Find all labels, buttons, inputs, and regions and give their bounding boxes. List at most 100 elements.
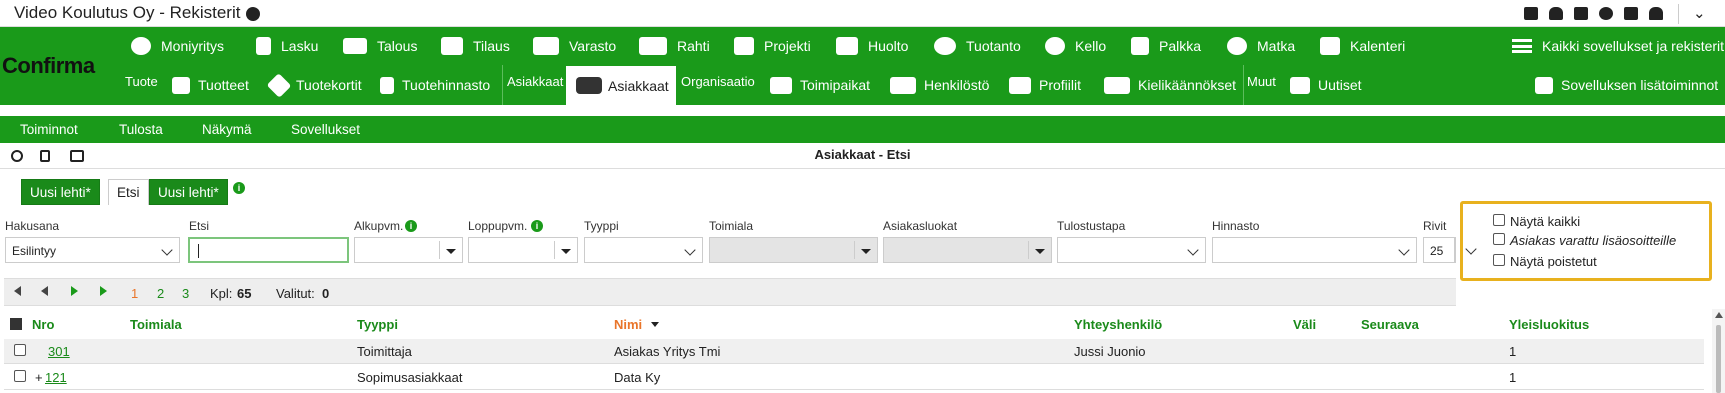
alkupvm-input[interactable] <box>354 237 463 263</box>
nav-asiakkaat[interactable]: Asiakkaat <box>566 66 676 105</box>
nav-tuotehinnasto[interactable]: Tuotehinnasto <box>380 72 490 98</box>
menu-tulosta[interactable]: Tulosta <box>119 122 163 137</box>
select-all-checkbox[interactable] <box>10 318 22 330</box>
toimiala-select[interactable] <box>709 237 878 263</box>
page-3[interactable]: 3 <box>182 286 189 301</box>
poistetut-checkbox[interactable] <box>1493 254 1505 266</box>
hinnasto-select[interactable] <box>1212 237 1417 263</box>
bell-icon[interactable] <box>1549 7 1563 20</box>
nav-palkka[interactable]: Palkka <box>1131 33 1201 59</box>
book-icon[interactable] <box>1574 7 1588 20</box>
first-page-icon[interactable] <box>14 286 21 296</box>
info-icon[interactable]: i <box>233 182 245 194</box>
nav-kielikaannokset[interactable]: Kielikäännökset <box>1104 72 1236 98</box>
page-1[interactable]: 1 <box>131 286 138 301</box>
page-title: Asiakkaat - Etsi <box>814 147 911 162</box>
info-icon[interactable]: i <box>405 220 417 232</box>
nav-uutiset[interactable]: Uutiset <box>1290 72 1362 98</box>
mail-icon[interactable] <box>1624 7 1638 20</box>
col-tyyppi[interactable]: Tyyppi <box>357 317 398 332</box>
caret-down-icon[interactable] <box>1035 249 1045 254</box>
scroll-thumb[interactable] <box>1716 325 1721 393</box>
page-2[interactable]: 2 <box>157 286 164 301</box>
col-toimiala[interactable]: Toimiala <box>130 317 182 332</box>
prev-page-icon[interactable] <box>41 286 48 296</box>
nav-kalenteri[interactable]: Kalenteri <box>1320 33 1405 59</box>
col-yhteyshenkilo[interactable]: Yhteyshenkilö <box>1074 317 1162 332</box>
nav-kello[interactable]: Kello <box>1045 33 1106 59</box>
varattu-checkbox[interactable] <box>1493 233 1505 245</box>
nav-tilaus[interactable]: Tilaus <box>441 33 510 59</box>
menu-icon <box>1512 39 1532 53</box>
menu-nakyma[interactable]: Näkymä <box>202 122 252 137</box>
col-vali[interactable]: Väli <box>1293 317 1316 332</box>
row-yleisluokitus: 1 <box>1509 344 1517 359</box>
app-more-button[interactable]: Sovelluksen lisätoiminnot <box>1535 72 1718 98</box>
label-alkupvm: Alkupvm. <box>354 219 404 233</box>
loppupvm-input[interactable] <box>468 237 578 263</box>
label-tyyppi: Tyyppi <box>584 219 619 233</box>
divider <box>502 65 503 105</box>
nav-label: Rahti <box>677 38 710 54</box>
col-yleisluokitus[interactable]: Yleisluokitus <box>1509 317 1589 332</box>
group-asiakkaat: Asiakkaat <box>507 74 564 89</box>
tulostustapa-select[interactable] <box>1057 237 1206 263</box>
all-apps-button[interactable]: Kaikki sovellukset ja rekisterit <box>1512 33 1724 59</box>
chevron-down-icon[interactable]: ⌄ <box>1693 6 1711 21</box>
nav-tuotekortit[interactable]: Tuotekortit <box>266 72 362 98</box>
col-nro[interactable]: Nro <box>32 317 54 332</box>
nav-rahti[interactable]: Rahti <box>639 33 710 59</box>
nav-henkilosto[interactable]: Henkilöstö <box>890 72 989 98</box>
nayta-kaikki-checkbox[interactable] <box>1493 214 1505 226</box>
menu-sovellukset[interactable]: Sovellukset <box>291 122 360 137</box>
asiakasluokat-select[interactable] <box>883 237 1052 263</box>
label-asiakasluokat: Asiakasluokat <box>883 219 958 233</box>
col-seuraava[interactable]: Seuraava <box>1361 317 1419 332</box>
status-icon[interactable] <box>246 7 261 21</box>
row-checkbox[interactable] <box>14 370 26 382</box>
user-icon[interactable] <box>1649 7 1663 20</box>
nav-toimipaikat[interactable]: Toimipaikat <box>770 72 870 98</box>
nav-tuotteet[interactable]: Tuotteet <box>172 72 249 98</box>
help-icon[interactable] <box>1599 7 1613 20</box>
info-icon[interactable]: i <box>531 220 543 232</box>
table-row[interactable]: + 121 Sopimusasiakkaat Data Ky 1 <box>4 365 1704 390</box>
chevron-down-icon <box>1187 244 1199 256</box>
checklist-icon <box>734 37 754 55</box>
nav-label: Kalenteri <box>1350 38 1406 54</box>
caret-down-icon[interactable] <box>861 249 871 254</box>
rivit-select[interactable]: 25 <box>1423 237 1455 263</box>
col-nimi[interactable]: Nimi <box>614 317 642 332</box>
caret-down-icon[interactable] <box>561 249 571 254</box>
tab-uusi-lehti-2[interactable]: Uusi lehti* <box>149 179 228 205</box>
etsi-input[interactable] <box>188 237 349 263</box>
table-row[interactable]: 301 Toimittaja Asiakas Yritys Tmi Jussi … <box>4 339 1704 364</box>
last-page-icon[interactable] <box>100 286 107 296</box>
nav-talous[interactable]: Talous <box>343 33 417 59</box>
nav-tuotanto[interactable]: Tuotanto <box>934 33 1021 59</box>
tab-uusi-lehti-1[interactable]: Uusi lehti* <box>21 179 100 205</box>
nav-huolto[interactable]: Huolto <box>836 33 908 59</box>
nav-matka[interactable]: Matka <box>1227 33 1295 59</box>
row-nro[interactable]: 301 <box>48 344 70 359</box>
nav-moniyritys[interactable]: Moniyritys <box>131 33 224 59</box>
tyyppi-select[interactable] <box>584 237 703 263</box>
row-nro[interactable]: 121 <box>45 370 67 385</box>
scroll-up-icon[interactable] <box>1715 312 1723 318</box>
expand-icon[interactable]: + <box>35 370 43 385</box>
chevron-down-icon <box>1398 244 1410 256</box>
nav-profiilit[interactable]: Profiilit <box>1009 72 1081 98</box>
nav-lasku[interactable]: Lasku <box>256 33 318 59</box>
menu-toiminnot[interactable]: Toiminnot <box>20 122 78 137</box>
window-icon[interactable] <box>1524 7 1538 20</box>
next-page-icon[interactable] <box>71 286 78 296</box>
vertical-scrollbar[interactable] <box>1712 309 1725 393</box>
newspaper-icon <box>1290 76 1310 94</box>
tab-etsi[interactable]: Etsi <box>108 179 149 205</box>
caret-down-icon[interactable] <box>446 249 456 254</box>
row-checkbox[interactable] <box>14 344 26 356</box>
nav-label: Talous <box>377 38 418 54</box>
nav-varasto[interactable]: Varasto <box>533 33 616 59</box>
nav-projekti[interactable]: Projekti <box>734 33 811 59</box>
hakusana-select[interactable]: Esilintyy <box>5 237 180 263</box>
